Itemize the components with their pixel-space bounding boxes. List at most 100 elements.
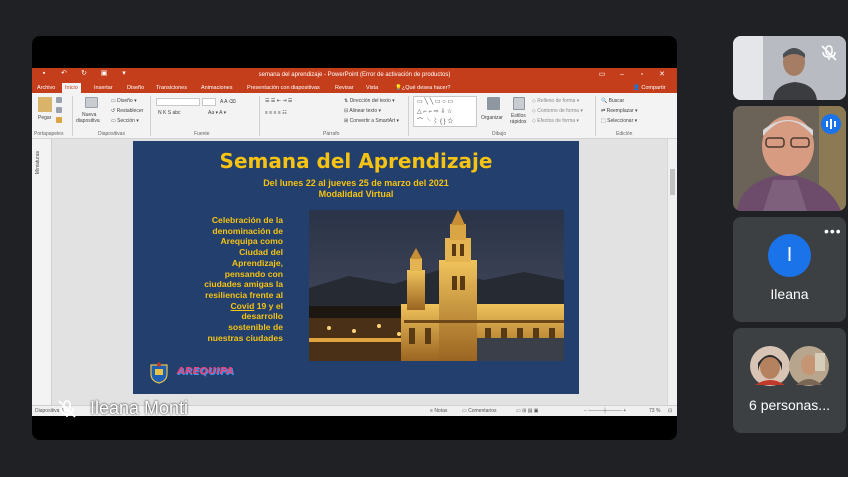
cut-icon[interactable] <box>56 97 62 103</box>
ribbon: Pegar Nueva diapositiva ▭ Diseño ▾ ↺ Res… <box>32 93 677 139</box>
redo-icon[interactable]: ↻ <box>80 70 88 78</box>
covid-word: Covid <box>230 300 255 311</box>
divider <box>408 96 409 136</box>
format-painter-icon[interactable] <box>56 117 62 123</box>
thumbnails-label: Miniaturas <box>35 151 41 175</box>
shape-effects-button[interactable]: ◇ Efectos de forma ▾ <box>532 118 579 124</box>
others-tile[interactable]: 6 personas... <box>733 328 846 433</box>
slide-canvas[interactable]: Semana del Aprendizaje Del lunes 22 al j… <box>133 141 579 394</box>
divider <box>595 96 596 136</box>
zoom-slider[interactable]: − ———┼——— + <box>584 408 626 414</box>
shape-outline-label: Contorno de forma <box>537 108 579 114</box>
font-size-buttons[interactable]: A A ⌫ <box>220 99 236 105</box>
share-button[interactable]: 👤 Compartir <box>630 83 669 93</box>
logo-area: AREQUIPA <box>149 362 239 384</box>
presentation-tile[interactable]: semana del aprendizaje - PowerPoint (Err… <box>32 36 677 440</box>
comments-label: Comentarios <box>468 408 497 414</box>
tab-vista[interactable]: Vista <box>363 83 381 93</box>
body-line: pensando con <box>224 268 283 279</box>
quick-styles-label-2[interactable]: rápidos <box>510 119 526 125</box>
new-slide-label-2[interactable]: diapositiva <box>76 118 100 124</box>
ribbon-tabs: Archivo Inicio Insertar Diseño Transicio… <box>32 82 677 93</box>
select-button[interactable]: ⬚ Seleccionar ▾ <box>601 118 637 124</box>
body-line: desarrollo <box>241 311 283 322</box>
body-line-covid: Covid 19 y el <box>173 301 283 312</box>
maximize-icon[interactable]: ▫ <box>635 68 649 82</box>
participant-name: Ileana <box>770 286 809 302</box>
thumbnails-pane[interactable]: Miniaturas <box>32 139 52 405</box>
font-style-buttons[interactable]: N K S abc <box>158 110 181 116</box>
tell-me-search[interactable]: 💡¿Qué desea hacer? <box>392 83 453 93</box>
paste-label[interactable]: Pegar <box>38 115 51 121</box>
smartart-button[interactable]: ⊞ Convertir a SmartArt ▾ <box>344 118 399 124</box>
tab-revisar[interactable]: Revisar <box>332 83 357 93</box>
minimize-icon[interactable]: – <box>615 68 629 82</box>
lightbulb-icon: 💡 <box>395 85 402 91</box>
find-icon: 🔍 <box>601 98 608 104</box>
scroll-thumb[interactable] <box>670 169 675 195</box>
reset-button[interactable]: ↺ Restablecer <box>111 108 143 114</box>
customize-icon[interactable]: ▾ <box>120 70 128 78</box>
more-options-icon[interactable]: ••• <box>824 224 842 238</box>
text-direction-label: Dirección del texto <box>349 98 391 104</box>
new-slide-icon[interactable] <box>85 97 98 108</box>
find-button[interactable]: 🔍 Buscar <box>601 98 624 104</box>
participant-tile-3[interactable]: ••• I Ileana <box>733 217 846 322</box>
shapes-gallery[interactable]: ▭ ╲ ╲ ▭ ○ ▭ △ ⌐ ⌐ ⇨ ⇩ ☆ ⌒ ╰ ⌇ { } ☆ <box>413 96 477 127</box>
vertical-scrollbar[interactable] <box>667 139 677 405</box>
comments-button[interactable]: ▭ Comentarios <box>462 408 496 414</box>
tab-inicio[interactable]: Inicio <box>62 83 81 93</box>
present-icon[interactable]: ▣ <box>100 70 108 78</box>
copy-icon[interactable] <box>56 107 62 113</box>
quick-styles-icon[interactable] <box>513 97 525 110</box>
tab-transiciones[interactable]: Transiciones <box>153 83 190 93</box>
shape-effects-label: Efectos de forma <box>537 118 576 124</box>
avatar <box>789 346 829 386</box>
text-direction-button[interactable]: ⇅ Dirección del texto ▾ <box>344 98 395 104</box>
slide-subtitle-dates[interactable]: Del lunes 22 al jueves 25 de marzo del 2… <box>133 178 579 188</box>
layout-button[interactable]: ▭ Diseño ▾ <box>111 98 137 104</box>
zoom-level[interactable]: 73 % <box>649 408 660 414</box>
section-button[interactable]: ▭ Sección ▾ <box>111 118 139 124</box>
font-size-select[interactable] <box>202 98 216 106</box>
tab-insertar[interactable]: Insertar <box>91 83 116 93</box>
tab-archivo[interactable]: Archivo <box>34 83 58 93</box>
slide-title[interactable]: Semana del Aprendizaje <box>133 149 579 173</box>
smartart-label: Convertir a SmartArt <box>349 118 396 124</box>
close-icon[interactable]: ✕ <box>655 68 669 82</box>
slide-subtitle-modality[interactable]: Modalidad Virtual <box>133 189 579 199</box>
font-color-button[interactable]: Aa ▾ A ▾ <box>208 110 226 116</box>
body-line: Celebración de la <box>211 215 283 225</box>
tab-presentacion[interactable]: Presentación con diapositivas <box>244 83 323 93</box>
participant-tile-1[interactable] <box>733 36 846 100</box>
align-buttons[interactable]: ≡ ≡ ≡ ≡ ☷ <box>265 110 287 116</box>
ribbon-options-icon[interactable]: ▭ <box>595 68 609 82</box>
slide-body-text[interactable]: Celebración de la denominación de Arequi… <box>173 215 283 343</box>
mic-muted-icon <box>58 400 76 418</box>
fit-slide-icon[interactable]: ⊡ <box>668 408 672 414</box>
tab-diseno[interactable]: Diseño <box>124 83 147 93</box>
presenter-name: Ileana Monti <box>90 398 189 418</box>
avatar: I <box>768 234 811 277</box>
participant-tile-2[interactable] <box>733 106 846 211</box>
body-line: Ciudad del <box>239 247 283 258</box>
save-icon[interactable]: ▪ <box>40 70 48 78</box>
tell-me-label: ¿Qué desea hacer? <box>401 85 451 91</box>
tab-animaciones[interactable]: Animaciones <box>198 83 236 93</box>
find-label: Buscar <box>608 98 625 104</box>
replace-button[interactable]: ⇄ Reemplazar ▾ <box>601 108 637 114</box>
group-paragraph: Párrafo <box>323 131 340 137</box>
section-label: Sección <box>117 118 135 124</box>
undo-icon[interactable]: ↶ <box>60 70 68 78</box>
view-buttons[interactable]: ▭ ⊞ ▤ ▣ <box>516 408 539 414</box>
shape-fill-button[interactable]: ◇ Relleno de forma ▾ <box>532 98 579 104</box>
shape-outline-button[interactable]: ◇ Contorno de forma ▾ <box>532 108 583 114</box>
notes-button[interactable]: ≡ Notas <box>430 408 447 414</box>
arrange-label[interactable]: Organizar <box>481 115 503 121</box>
bullets-button[interactable]: ☰ ☰ ⇤ ⇥ ☰ <box>265 98 292 104</box>
align-text-button[interactable]: ⊟ Alinear texto ▾ <box>344 108 381 114</box>
arrange-icon[interactable] <box>487 97 500 110</box>
paste-icon[interactable] <box>38 97 52 112</box>
group-slides: Diapositivas <box>98 131 125 137</box>
font-name-select[interactable] <box>156 98 200 106</box>
